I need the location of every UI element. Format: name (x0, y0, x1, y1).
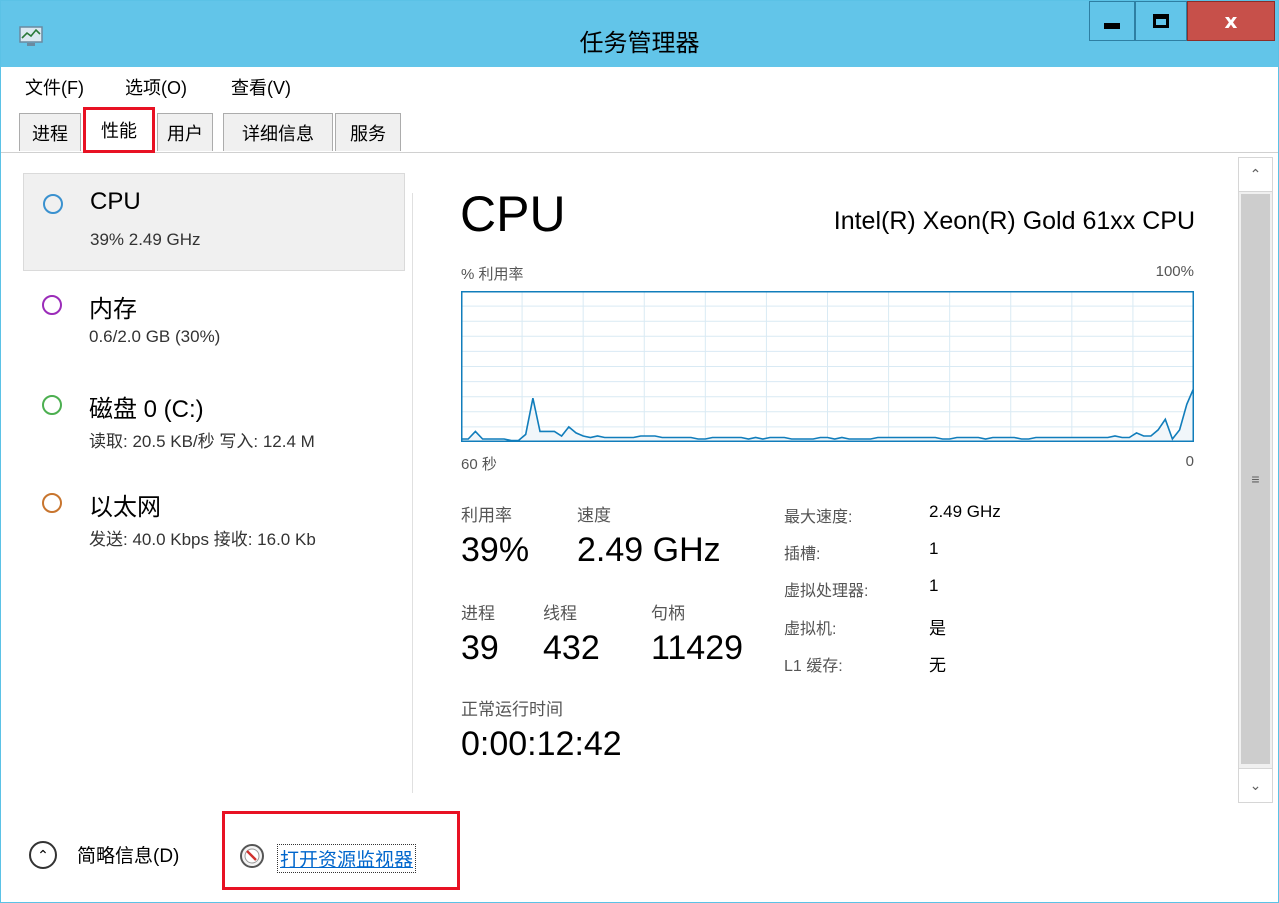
detail-heading: CPU (460, 186, 566, 242)
scroll-up-button[interactable]: ⌃ (1239, 158, 1272, 192)
sidebar-item-subtitle: 发送: 40.0 Kbps 接收: 16.0 Kb (89, 530, 316, 549)
sidebar-item-ethernet[interactable]: 以太网 发送: 40.0 Kbps 接收: 16.0 Kb (23, 479, 405, 569)
cpu-model: Intel(R) Xeon(R) Gold 61xx CPU (833, 207, 1195, 235)
spec-label: 虚拟处理器: (784, 583, 869, 600)
tab-services-label: 服务 (350, 123, 386, 144)
sidebar-item-subtitle: 39% 2.49 GHz (90, 230, 201, 249)
tab-details[interactable]: 详细信息 (223, 113, 333, 151)
cpu-utilization-graph (461, 291, 1194, 442)
scroll-down-button[interactable]: ⌄ (1239, 768, 1272, 802)
footer-bar: ⌃ 简略信息(D) 打开资源监视器 (1, 803, 1278, 902)
tab-bar: 进程 性能 用户 详细信息 服务 (1, 103, 1278, 153)
cpu-circle-icon (43, 194, 63, 214)
sidebar-item-title: CPU (90, 188, 141, 215)
open-resource-monitor-link[interactable]: 打开资源监视器 (277, 844, 417, 873)
window-title: 任务管理器 (579, 30, 700, 57)
sidebar-item-title: 以太网 (89, 494, 161, 521)
uptime-label: 正常运行时间 (461, 700, 563, 719)
chevron-up-icon: ⌃ (1249, 166, 1262, 182)
tab-processes-label: 进程 (32, 123, 68, 144)
ethernet-circle-icon (42, 493, 62, 513)
spec-label: L1 缓存: (784, 658, 843, 675)
spec-value: 无 (929, 656, 946, 675)
menu-file[interactable]: 文件(F) (25, 74, 84, 100)
tab-performance[interactable]: 性能 (83, 107, 155, 153)
tab-services[interactable]: 服务 (335, 113, 401, 151)
sidebar-item-memory[interactable]: 内存 0.6/2.0 GB (30%) (23, 283, 405, 373)
tab-processes[interactable]: 进程 (19, 113, 81, 151)
sidebar-item-subtitle: 0.6/2.0 GB (30%) (89, 327, 221, 346)
tab-details-label: 详细信息 (242, 123, 314, 144)
panel-divider (412, 193, 413, 793)
tab-users-label: 用户 (167, 123, 203, 144)
spec-value: 1 (929, 576, 939, 595)
vertical-scrollbar[interactable]: ⌃ ≡ ⌄ (1238, 157, 1273, 803)
minimize-icon (1104, 23, 1120, 29)
speed-label: 速度 (577, 506, 611, 525)
graph-y-label: % 利用率 (461, 266, 524, 283)
spec-label: 最大速度: (784, 509, 853, 526)
sidebar-item-cpu[interactable]: CPU 39% 2.49 GHz (23, 173, 405, 271)
threads-value: 432 (543, 629, 600, 667)
sidebar-item-title: 磁盘 0 (C:) (89, 396, 204, 423)
speed-value: 2.49 GHz (577, 531, 721, 569)
chevron-down-icon: ⌄ (1249, 777, 1262, 793)
utilization-value: 39% (461, 531, 530, 569)
graph-max-label: 100% (1155, 263, 1194, 280)
scroll-thumb[interactable]: ≡ (1241, 194, 1270, 764)
title-bar[interactable]: 任务管理器 x (1, 1, 1278, 67)
menu-options[interactable]: 选项(O) (125, 74, 187, 100)
tab-users[interactable]: 用户 (157, 113, 213, 151)
utilization-label: 利用率 (461, 506, 512, 525)
fewer-details-button[interactable]: 简略信息(D) (77, 841, 179, 868)
sidebar-item-subtitle: 读取: 20.5 KB/秒 写入: 12.4 M (89, 432, 315, 451)
menu-bar: 文件(F) 选项(O) 查看(V) (1, 67, 1278, 103)
handles-value: 11429 (651, 629, 744, 667)
task-manager-window: 任务管理器 x 文件(F) 选项(O) 查看(V) 进程 性能 用户 详细信息 … (0, 0, 1279, 903)
processes-value: 39 (461, 629, 499, 667)
graph-time-right: 0 (1185, 453, 1194, 470)
spec-value: 1 (929, 539, 939, 558)
grip-icon: ≡ (1251, 471, 1260, 487)
spec-label: 虚拟机: (784, 621, 837, 638)
chevron-up-circle-icon[interactable]: ⌃ (29, 841, 57, 869)
handles-label: 句柄 (651, 604, 685, 623)
sidebar-item-disk[interactable]: 磁盘 0 (C:) 读取: 20.5 KB/秒 写入: 12.4 M (23, 381, 405, 471)
memory-circle-icon (42, 295, 62, 315)
graph-time-left: 60 秒 (461, 456, 497, 473)
resource-monitor-highlight: 打开资源监视器 (222, 811, 460, 890)
maximize-button[interactable] (1135, 1, 1187, 41)
tab-performance-label: 性能 (101, 121, 137, 141)
close-button[interactable]: x (1187, 1, 1275, 41)
disk-circle-icon (42, 395, 62, 415)
menu-view[interactable]: 查看(V) (231, 74, 291, 100)
resource-monitor-icon (240, 844, 264, 868)
processes-label: 进程 (461, 604, 495, 623)
spec-label: 插槽: (784, 546, 821, 563)
maximize-icon (1153, 14, 1169, 28)
spec-value: 2.49 GHz (929, 502, 1001, 521)
close-icon: x (1224, 9, 1238, 33)
sidebar-item-title: 内存 (89, 296, 137, 323)
threads-label: 线程 (543, 604, 577, 623)
uptime-value: 0:00:12:42 (461, 725, 622, 763)
minimize-button[interactable] (1089, 1, 1135, 41)
spec-value: 是 (929, 619, 946, 638)
